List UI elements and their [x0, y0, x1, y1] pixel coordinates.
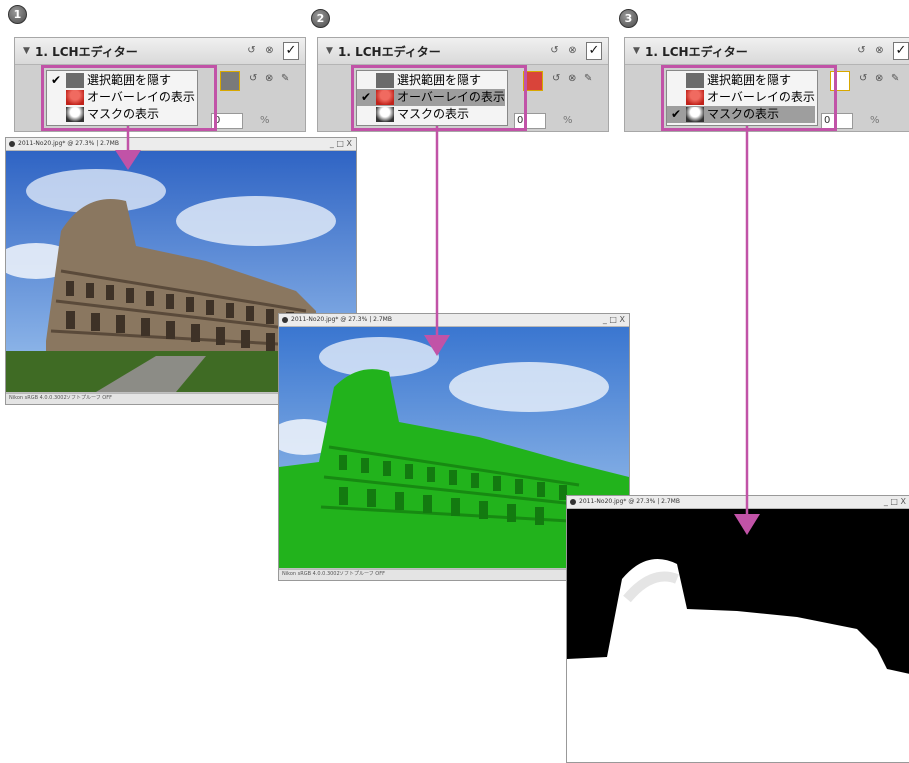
arrow-head-3 — [734, 514, 760, 535]
connector-arrows — [115, 126, 760, 535]
arrow-head-1 — [115, 150, 141, 170]
arrow-head-2 — [424, 335, 450, 356]
